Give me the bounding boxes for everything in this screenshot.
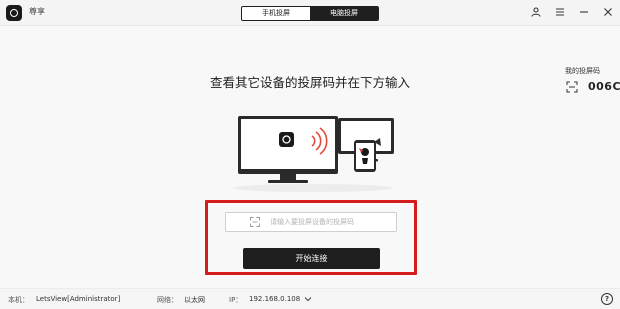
host-label: 本机：: [8, 296, 29, 304]
screen-cast-illustration: [233, 116, 394, 192]
tab-phone-cast[interactable]: 手机投屏: [242, 7, 310, 20]
ip-label: IP：: [229, 296, 243, 304]
help-icon[interactable]: ?: [601, 293, 613, 305]
tab-pc-cast[interactable]: 电脑投屏: [310, 7, 378, 20]
host-value: LetsView[Administrator]: [36, 295, 121, 303]
ip-value: 192.168.0.108: [249, 294, 301, 303]
mode-switch: 手机投屏 电脑投屏: [241, 6, 379, 21]
app-name: 尊享: [29, 7, 45, 16]
title-bar: 尊享 手机投屏 电脑投屏: [0, 0, 620, 26]
app-window: 尊享 手机投屏 电脑投屏 我的投屏码 006C 查看其它设备的投屏码并在下方输入…: [0, 0, 620, 309]
menu-icon[interactable]: [553, 5, 566, 19]
chevron-down-icon: [304, 296, 312, 301]
page-heading: 查看其它设备的投屏码并在下方输入: [209, 75, 410, 90]
ip-select[interactable]: 192.168.0.108: [249, 292, 312, 305]
network-label: 网络：: [157, 296, 178, 304]
app-logo-icon: [6, 5, 22, 21]
highlight-annotation-box: [205, 200, 417, 275]
window-controls: [529, 5, 614, 19]
user-icon[interactable]: [529, 5, 542, 19]
status-bar: 本机： LetsView[Administrator] 网络： 以太网 IP： …: [0, 288, 620, 309]
minimize-icon[interactable]: [577, 5, 590, 19]
network-value: 以太网: [184, 296, 205, 304]
close-icon[interactable]: [601, 5, 614, 19]
